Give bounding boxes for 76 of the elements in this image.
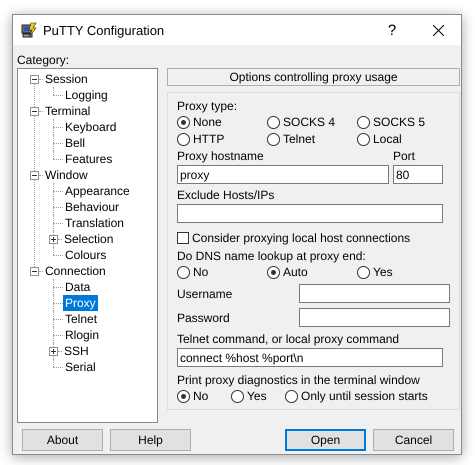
field-label: Telnet command, or local proxy command xyxy=(177,332,400,346)
radio-button[interactable]: No xyxy=(177,389,231,403)
checkbox[interactable] xyxy=(177,232,189,244)
radio-circle[interactable] xyxy=(357,266,370,278)
panel-header: Options controlling proxy usage xyxy=(167,68,460,86)
expand-icon[interactable] xyxy=(49,346,58,356)
field-label: Username xyxy=(177,286,232,300)
dialog-button[interactable]: Help xyxy=(110,429,191,451)
tree-item[interactable]: Logging xyxy=(63,87,110,103)
password-field[interactable] xyxy=(299,308,450,327)
field-label: Port xyxy=(393,149,416,163)
radio-button[interactable]: Telnet xyxy=(267,132,357,146)
field-label: Proxy type: xyxy=(177,99,238,113)
radio-button[interactable]: None xyxy=(177,115,267,129)
radio-circle[interactable] xyxy=(267,266,280,278)
radio-button[interactable]: No xyxy=(177,265,267,279)
tree-item[interactable]: Proxy xyxy=(63,295,98,311)
radio-button[interactable]: Local xyxy=(357,132,450,146)
collapse-icon[interactable] xyxy=(30,170,39,180)
tree-item[interactable]: Rlogin xyxy=(63,327,102,343)
radio-circle[interactable] xyxy=(267,132,280,146)
collapse-icon[interactable] xyxy=(30,74,39,84)
tree-item[interactable]: Connection xyxy=(43,263,108,279)
tree-item[interactable]: Terminal xyxy=(43,103,92,119)
expand-icon[interactable] xyxy=(49,234,58,244)
field-label: Print proxy diagnostics in the terminal window xyxy=(177,373,421,387)
radio-circle[interactable] xyxy=(177,132,190,146)
computer-lightning-icon xyxy=(21,22,37,38)
radio-circle[interactable] xyxy=(177,116,190,128)
tree-item[interactable]: Bell xyxy=(63,135,88,151)
field-label: Do DNS name lookup at proxy end: xyxy=(177,249,367,263)
tree-item[interactable]: Features xyxy=(63,151,114,167)
collapse-icon[interactable] xyxy=(30,106,39,116)
radio-circle[interactable] xyxy=(231,390,244,402)
collapse-icon[interactable] xyxy=(30,266,39,276)
radio-button[interactable]: Auto xyxy=(267,265,357,279)
hostname-field[interactable]: proxy xyxy=(177,165,389,184)
tree-item[interactable]: Translation xyxy=(63,215,126,231)
radio-button[interactable]: Only until session starts xyxy=(285,389,450,403)
field-label: Password xyxy=(177,310,230,324)
category-label: Category: xyxy=(17,53,70,67)
command-field[interactable]: connect %host %port\n xyxy=(177,348,443,367)
radio-circle[interactable] xyxy=(357,116,370,128)
tree-item[interactable]: Keyboard xyxy=(63,119,118,135)
radio-circle[interactable] xyxy=(177,390,190,402)
tree-item[interactable]: Data xyxy=(63,279,92,295)
tree-item[interactable]: SSH xyxy=(62,343,91,359)
tree-item[interactable]: Appearance xyxy=(63,183,132,199)
username-field[interactable] xyxy=(299,284,450,303)
radio-button[interactable]: Yes xyxy=(357,265,450,279)
radio-circle[interactable] xyxy=(177,266,190,278)
exclude-field[interactable] xyxy=(177,204,443,223)
radio-circle[interactable] xyxy=(357,132,370,146)
tree-item[interactable]: Behaviour xyxy=(63,199,122,215)
dialog-button[interactable]: Cancel xyxy=(373,429,454,451)
radio-circle[interactable] xyxy=(285,390,298,402)
port-field[interactable]: 80 xyxy=(393,165,443,184)
radio-button[interactable]: HTTP xyxy=(177,132,267,146)
dialog-button[interactable]: Open xyxy=(285,429,366,451)
radio-button[interactable]: SOCKS 5 xyxy=(357,115,450,129)
radio-button[interactable]: SOCKS 4 xyxy=(267,115,357,129)
window-title: PuTTY Configuration xyxy=(43,22,166,38)
help-button[interactable]: ? xyxy=(369,22,415,38)
dialog-button[interactable]: About xyxy=(22,429,103,451)
tree-item[interactable]: Session xyxy=(43,71,90,87)
checkbox-label: Consider proxying local host connections xyxy=(192,231,410,245)
close-icon xyxy=(432,24,444,36)
tree-item[interactable]: Selection xyxy=(62,231,116,247)
field-label: Proxy hostname xyxy=(177,149,265,163)
tree-item[interactable]: Telnet xyxy=(63,311,100,327)
tree-item[interactable]: Serial xyxy=(63,359,98,375)
radio-circle[interactable] xyxy=(267,116,280,128)
radio-button[interactable]: Yes xyxy=(231,389,285,403)
tree-item[interactable]: Window xyxy=(43,167,90,183)
field-label: Exclude Hosts/IPs xyxy=(177,188,276,202)
tree-item[interactable]: Colours xyxy=(63,247,108,263)
